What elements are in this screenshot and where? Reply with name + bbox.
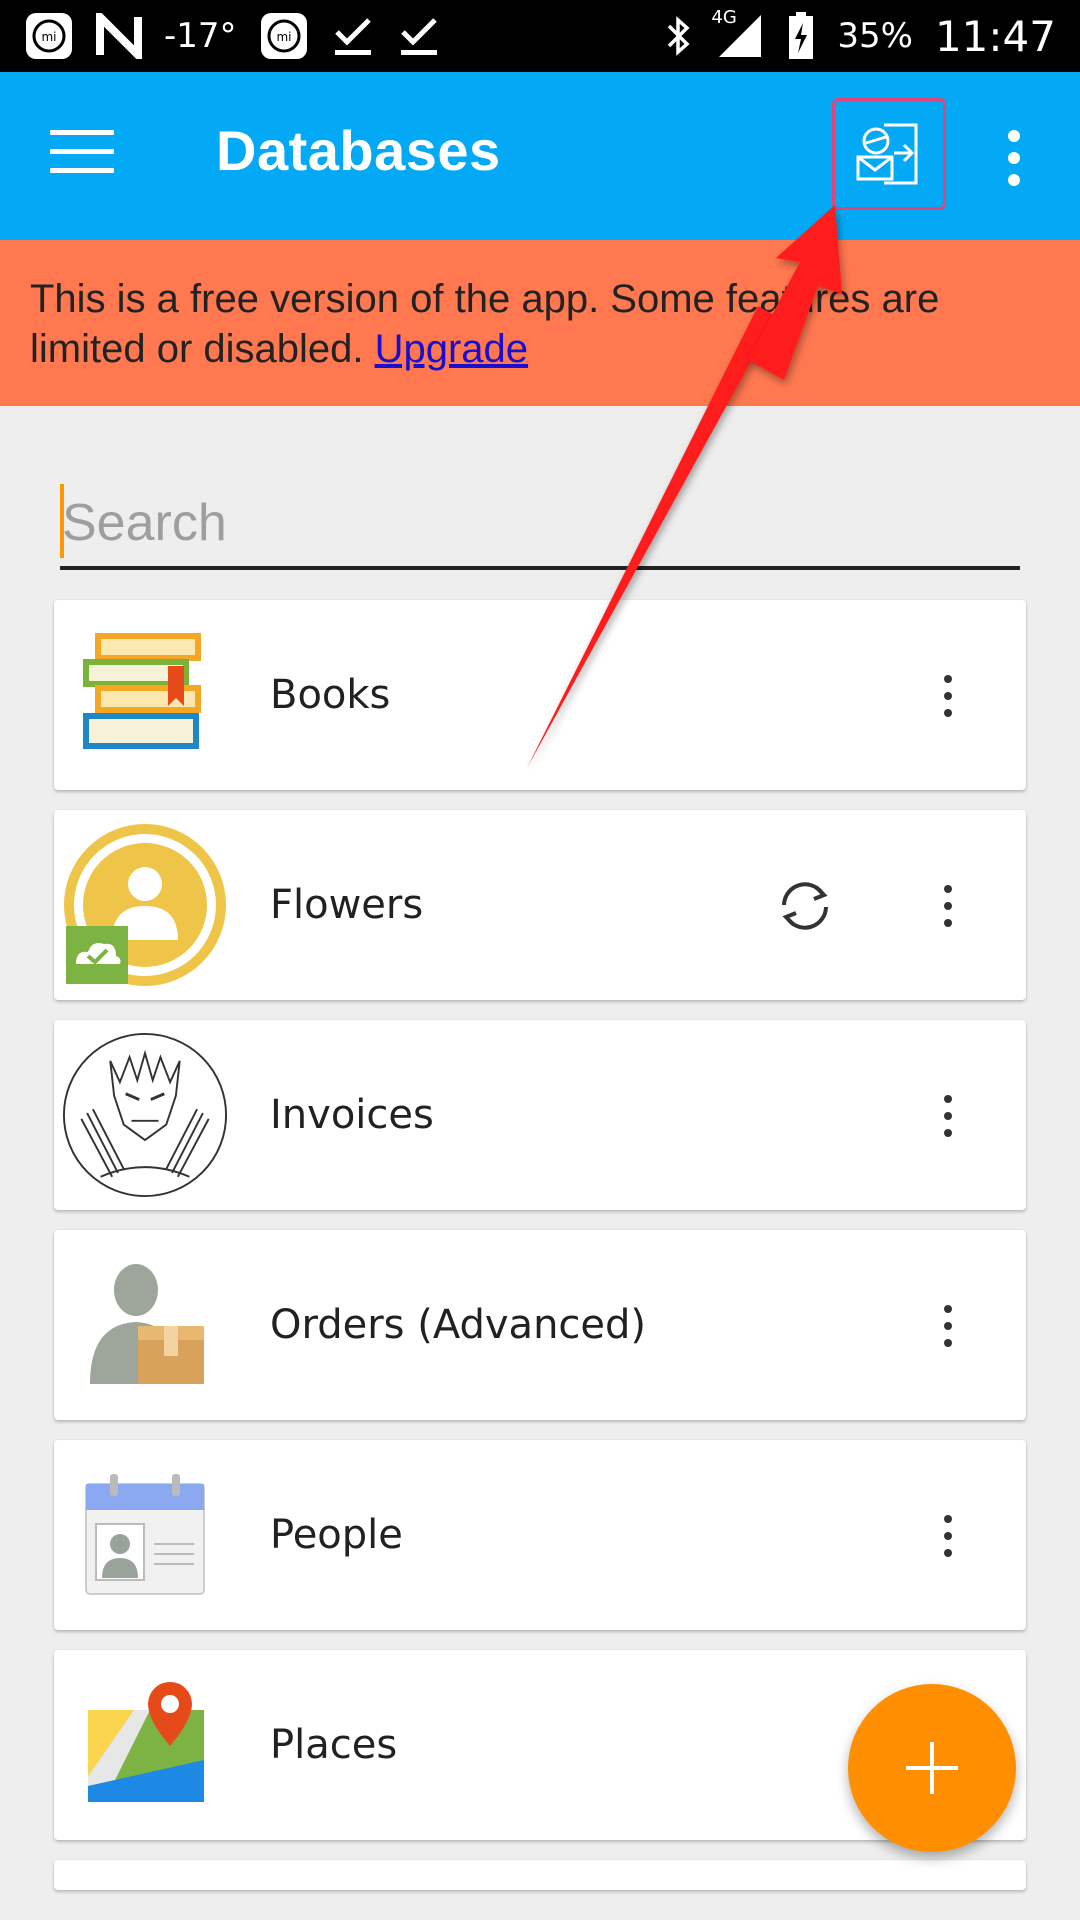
download-done-icon-2 [397, 14, 441, 58]
page-title: Databases [216, 119, 501, 182]
map-pin-icon [62, 1662, 228, 1828]
bluetooth-icon [663, 14, 693, 58]
status-bar-right: 4G 35% 11:47 [663, 7, 1056, 61]
person-box-icon [62, 1242, 228, 1408]
item-more-icon[interactable] [938, 675, 958, 717]
item-more-icon[interactable] [938, 1305, 958, 1347]
n-app-icon [96, 13, 142, 59]
list-item[interactable]: Orders (Advanced) [54, 1230, 1026, 1420]
item-more-icon[interactable] [938, 1095, 958, 1137]
database-name: Orders (Advanced) [270, 1302, 647, 1348]
database-name: People [270, 1512, 403, 1558]
svg-text:mi: mi [41, 30, 56, 44]
signal-icon: 4G [711, 7, 765, 61]
temperature-label: -17° [164, 16, 237, 56]
add-database-button[interactable] [848, 1684, 1016, 1852]
download-done-icon [331, 14, 375, 58]
database-name: Invoices [270, 1092, 434, 1138]
status-bar: mi -17° mi 4G 35% 11:47 [0, 0, 1080, 72]
mi-notification-icon-2: mi [259, 11, 309, 61]
item-more-icon[interactable] [938, 885, 958, 927]
sync-icon[interactable] [774, 875, 836, 937]
search-field[interactable] [60, 480, 1020, 570]
person-cloud-icon [62, 822, 228, 988]
item-more-icon[interactable] [938, 1515, 958, 1557]
database-name: Books [270, 672, 391, 718]
list-item[interactable] [54, 1860, 1026, 1890]
upgrade-link[interactable]: Upgrade [375, 327, 528, 371]
network-type-label: 4G [711, 7, 737, 28]
list-item[interactable]: People [54, 1440, 1026, 1630]
more-vert-icon[interactable] [996, 130, 1032, 186]
svg-text:mi: mi [276, 30, 291, 44]
battery-level: 35% [837, 16, 913, 56]
books-icon [62, 612, 228, 778]
status-bar-left: mi -17° mi [24, 11, 441, 61]
sync-email-icon [856, 123, 918, 185]
battery-icon [787, 11, 815, 61]
database-name: Places [270, 1722, 398, 1768]
list-item[interactable]: Invoices [54, 1020, 1026, 1210]
list-item[interactable]: Flowers [54, 810, 1026, 1000]
list-item[interactable]: Books [54, 600, 1026, 790]
wolverine-sketch-icon [62, 1032, 228, 1198]
clock: 11:47 [934, 11, 1056, 61]
mi-notification-icon: mi [24, 11, 74, 61]
search-input[interactable] [60, 480, 1020, 566]
database-name: Flowers [270, 882, 424, 928]
app-bar: Databases [0, 72, 1080, 240]
plus-icon [906, 1742, 958, 1794]
free-version-banner: This is a free version of the app. Some … [0, 240, 1080, 406]
sync-email-button[interactable] [832, 98, 946, 210]
hamburger-menu-icon[interactable] [50, 130, 114, 182]
contact-card-icon [62, 1452, 228, 1618]
